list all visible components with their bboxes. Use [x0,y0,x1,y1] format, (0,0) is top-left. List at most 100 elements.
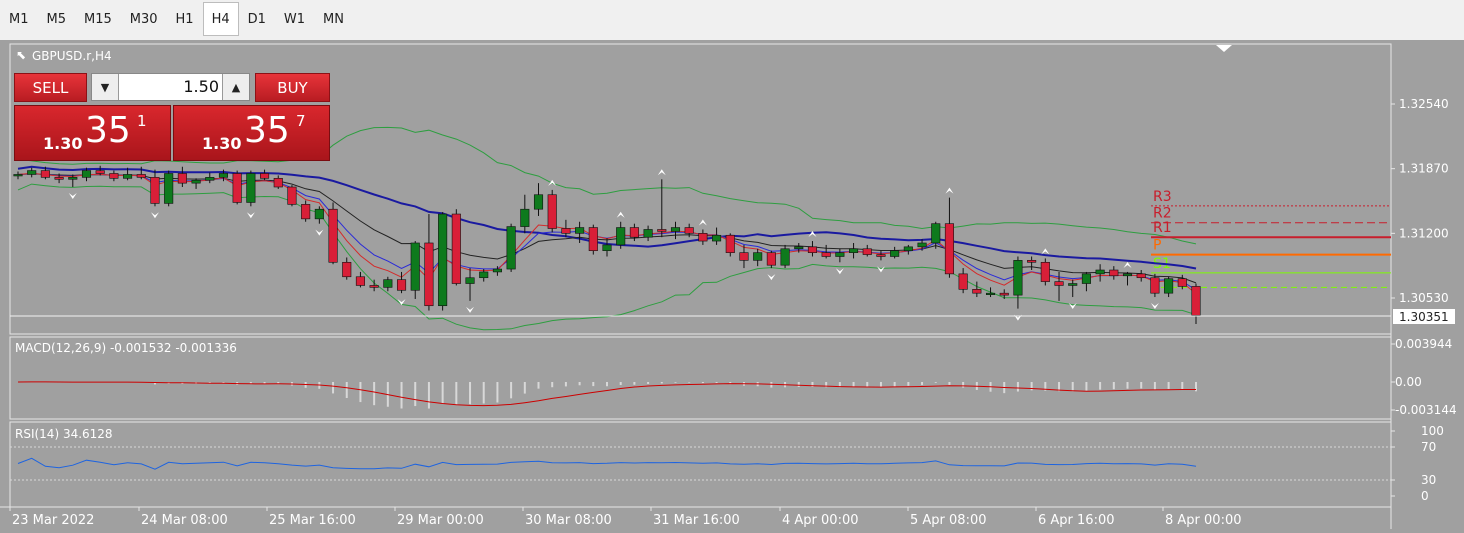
buy-price-button[interactable]: 1.30 35 7 [173,105,330,161]
bullish-candle [753,252,763,261]
macd-scale-label: 0.00 [1395,375,1422,389]
bullish-candle [1068,283,1078,286]
lot-size-value[interactable]: 1.50 [122,77,219,96]
bearish-candle [260,173,270,179]
bearish-candle [999,292,1009,296]
rsi-scale-label: 0 [1421,489,1429,503]
bearish-candle [972,289,982,294]
bullish-candle [1095,269,1105,275]
bullish-candle [246,173,256,203]
time-axis: 23 Mar 2022 24 Mar 08:00 25 Mar 16:00 29 Ma… [9,507,1242,528]
bearish-candle [1177,278,1187,287]
price-axis: 1.32540 1.31870 1.31200 1.30530 [1391,97,1449,305]
macd-label: MACD(12,26,9) -0.001532 -0.001336 [15,341,237,355]
sell-price-prefix: 1.30 [43,134,83,153]
bearish-candle [725,234,735,253]
timeframe-h4-button[interactable]: H4 [202,2,239,36]
rsi-scale-label: 30 [1421,473,1436,487]
bearish-candle [136,174,146,178]
timeframe-h1-button[interactable]: H1 [167,2,203,36]
time-label: 30 Mar 08:00 [525,513,612,528]
bearish-candle [1027,260,1037,263]
bullish-candle [520,208,530,227]
bullish-candle [849,248,859,253]
timeframe-buttons: M1 M5 M15 M30 H1 H4 D1 W1 MN [0,2,353,36]
bullish-candle [465,277,475,284]
bearish-candle [40,170,50,178]
macd-scale-label: -0.003144 [1395,403,1457,417]
bullish-candle [780,248,790,266]
bullish-candle [1013,260,1023,296]
rsi-scale-label: 70 [1421,440,1436,454]
bullish-candle [81,170,92,178]
timeframe-mn-button[interactable]: MN [314,2,353,36]
sell-price-big: 35 [85,110,131,151]
bearish-candle [232,173,242,203]
bearish-candle [958,273,968,290]
timeframe-m1-button[interactable]: M1 [0,2,38,36]
timeframe-m30-button[interactable]: M30 [121,2,167,36]
pivot-label-r1: R1 [1153,220,1172,236]
bearish-candle [657,229,667,232]
bearish-candle [150,177,160,204]
time-label: 23 Mar 2022 [12,513,94,528]
bearish-candle [451,213,461,284]
bullish-candle [1081,273,1091,284]
bearish-candle [1040,261,1050,282]
bullish-candle [616,227,626,246]
bullish-candle [917,242,927,248]
one-click-trade-panel: SELL ▼ 1.50 ▲ BUY 1.30 35 1 1.30 35 7 [14,73,330,161]
one-click-trading-icon[interactable]: ⬉ [16,48,26,62]
bearish-candle [342,261,352,278]
sell-button[interactable]: SELL [14,73,87,102]
bearish-candle [862,248,872,255]
bearish-candle [876,254,886,257]
bearish-candle [821,252,831,257]
sell-price-button[interactable]: 1.30 35 1 [14,105,171,161]
buy-price-prefix: 1.30 [202,134,242,153]
bearish-candle [944,223,954,275]
bullish-candle [712,234,722,242]
bullish-candle [164,173,174,204]
price-label: 1.31870 [1399,162,1449,176]
bearish-candle [547,194,557,229]
bullish-candle [506,226,516,270]
bearish-candle [698,233,708,242]
macd-scale-label: 0.003944 [1395,337,1452,351]
pivot-label-p: P [1153,238,1161,254]
bearish-candle [355,276,365,286]
bearish-candle [273,178,283,188]
bearish-candle [1150,277,1160,294]
timeframe-m15-button[interactable]: M15 [75,2,121,36]
bullish-candle [218,173,229,178]
bearish-candle [54,177,64,180]
price-label: 1.30530 [1399,291,1449,305]
bullish-candle [438,213,448,307]
buy-button[interactable]: BUY [255,73,330,102]
time-label: 31 Mar 16:00 [653,513,740,528]
bearish-candle [287,186,297,205]
bullish-candle [383,279,393,288]
time-label: 8 Apr 00:00 [1165,513,1242,528]
bullish-candle [794,246,804,250]
timeframe-m5-button[interactable]: M5 [38,2,76,36]
lot-decrease-icon[interactable]: ▼ [92,74,119,100]
time-label: 4 Apr 00:00 [782,513,859,528]
timeframe-w1-button[interactable]: W1 [275,2,314,36]
bullish-candle [903,246,913,252]
bullish-candle [670,227,681,232]
bullish-candle [985,292,996,295]
sell-price-pip: 1 [137,112,147,130]
chart-title: GBPUSD.r,H4 [32,49,112,63]
bearish-candle [95,170,105,174]
lot-increase-icon[interactable]: ▲ [222,74,249,100]
bullish-candle [314,208,324,220]
rsi-scale-label: 100 [1421,424,1444,438]
bearish-candle [301,204,311,220]
lot-size-field[interactable]: ▼ 1.50 ▲ [91,73,250,101]
bearish-candle [1191,286,1201,316]
macd-scale: 0.003944 0.00 -0.003144 [1391,337,1457,417]
timeframe-d1-button[interactable]: D1 [239,2,275,36]
bearish-candle [369,285,379,288]
bullish-candle [492,268,502,273]
